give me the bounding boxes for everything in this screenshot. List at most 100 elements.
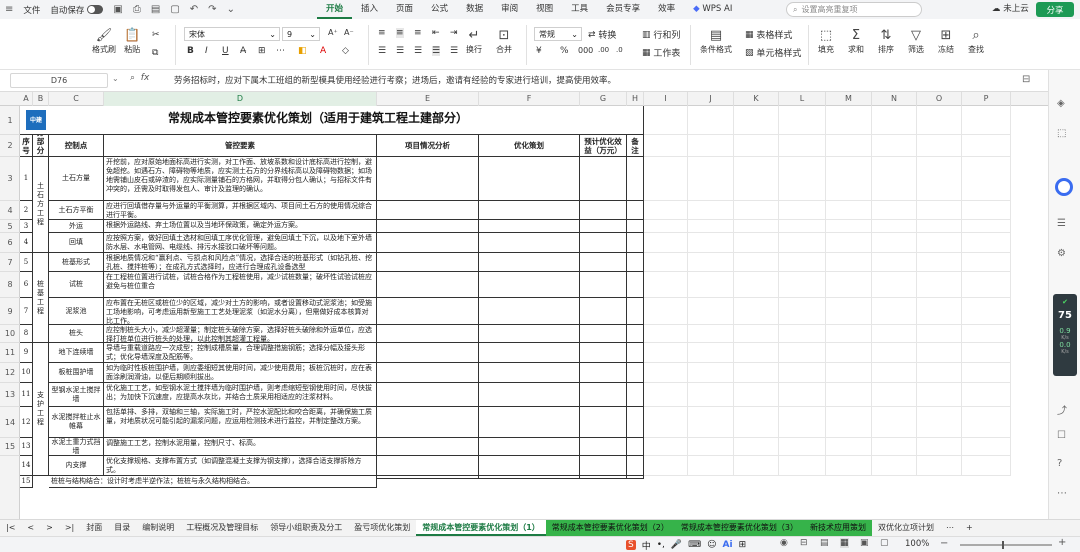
expand-formula-icon[interactable]: ⊟	[1022, 74, 1030, 85]
seq-cell[interactable]: 12	[20, 407, 33, 438]
empty-cell[interactable]	[734, 201, 779, 220]
empty-cell[interactable]	[688, 343, 734, 363]
empty-cell[interactable]	[917, 456, 962, 476]
tab-insert[interactable]: 插入	[352, 0, 387, 19]
bold-icon[interactable]: B	[187, 46, 194, 56]
empty-cell[interactable]	[688, 106, 734, 135]
row-header-6[interactable]: 6	[0, 233, 20, 253]
empty-cell[interactable]	[688, 233, 734, 253]
assistant-icon[interactable]	[1055, 178, 1073, 196]
seq-cell[interactable]: 9	[20, 343, 33, 363]
empty-cell[interactable]	[872, 135, 917, 157]
empty-cell[interactable]	[962, 106, 1011, 135]
element-cell[interactable]: 如为临时性板桩围护墙，则应委细短其使用时间，减少使用费用；板桩沉桩时，应在表面涂…	[104, 363, 377, 383]
align-middle-icon[interactable]: ≡	[396, 28, 404, 38]
benefit-cell[interactable]	[580, 456, 627, 476]
empty-cell[interactable]	[872, 325, 917, 343]
last-sheet-icon[interactable]: >|	[59, 520, 80, 536]
freeze-button[interactable]: ⊞ 冻结	[938, 27, 954, 55]
element-cell[interactable]: 包括单排、多排，双轴和三轴，实际施工时，严控水泥配比和咬合距离，并确保施工质量，…	[104, 407, 377, 438]
settings-icon[interactable]: ⚙	[1057, 248, 1066, 259]
empty-cell[interactable]	[734, 325, 779, 343]
copy-icon[interactable]: ⧉	[152, 48, 158, 58]
empty-cell[interactable]	[734, 456, 779, 476]
row-header-5[interactable]: 5	[0, 220, 20, 233]
analysis-cell[interactable]	[377, 476, 479, 479]
sheet-tab[interactable]: 常规成本管控要素优化策划（2）	[545, 520, 675, 536]
empty-cell[interactable]	[962, 343, 1011, 363]
tab-home[interactable]: 开始	[317, 0, 353, 19]
empty-cell[interactable]	[826, 438, 872, 456]
zoom-in-icon[interactable]: +	[1058, 537, 1066, 548]
strategy-cell[interactable]	[479, 438, 580, 456]
element-cell[interactable]: 应控制桩头大小，减少超灌量；制定桩头破除方案，选择好桩头破除和外运单位，应选择打…	[104, 325, 377, 343]
empty-cell[interactable]	[826, 220, 872, 233]
empty-cell[interactable]	[688, 135, 734, 157]
tab-data[interactable]: 数据	[457, 0, 492, 19]
empty-cell[interactable]	[779, 325, 826, 343]
format-painter-button[interactable]: 🖌 格式刷	[92, 27, 116, 55]
zoom-handle[interactable]	[1002, 541, 1004, 549]
empty-cell[interactable]	[826, 298, 872, 325]
strategy-cell[interactable]	[479, 383, 580, 407]
column-header-g[interactable]: G	[580, 92, 627, 106]
row-header-11[interactable]: 11	[0, 343, 20, 363]
element-cell[interactable]: 在工程桩位置进行试桩，试桩合格作为工程桩使用，减少试桩数量；破坏性试验试桩应避免…	[104, 272, 377, 298]
sum-button[interactable]: Σ 求和	[848, 27, 864, 55]
empty-cell[interactable]	[779, 298, 826, 325]
cloud-status[interactable]: ☁ 未上云	[992, 0, 1029, 19]
tab-tools[interactable]: 工具	[562, 0, 597, 19]
remark-cell[interactable]	[627, 201, 644, 220]
control-point-cell[interactable]: 土石方平衡	[49, 201, 104, 220]
empty-cell[interactable]	[872, 407, 917, 438]
seq-cell[interactable]: 14	[20, 456, 33, 476]
name-box[interactable]: D76	[10, 73, 108, 88]
row-header-1[interactable]: 1	[0, 106, 20, 135]
empty-cell[interactable]	[872, 363, 917, 383]
element-cell[interactable]: 优化支撑规格、支撑布置方式（如调整混凝土支撑为钢支撑），选择合适支撑拆除方式。	[104, 456, 377, 476]
remark-cell[interactable]	[627, 220, 644, 233]
column-header-k[interactable]: K	[734, 92, 779, 106]
sheet-tab[interactable]: 双优化立项计划	[872, 520, 940, 536]
element-cell[interactable]: 优化施工工艺，如型钢水泥土搅拌墙为临时围护墙，则考虑缩短型钢使用时间，尽快拔出；…	[104, 383, 377, 407]
analysis-cell[interactable]	[377, 233, 479, 253]
column-header-j[interactable]: J	[688, 92, 734, 106]
strategy-cell[interactable]	[479, 253, 580, 272]
increase-decimal-icon[interactable]: .00	[598, 46, 609, 54]
strategy-cell[interactable]	[479, 157, 580, 201]
sheet-tab[interactable]: 新技术应用策划	[803, 520, 872, 536]
benefit-cell[interactable]	[580, 157, 627, 201]
empty-cell[interactable]	[644, 407, 688, 438]
strategy-cell[interactable]	[479, 272, 580, 298]
cut-icon[interactable]: ✂	[152, 30, 160, 40]
zoom-out-icon[interactable]: −	[940, 538, 948, 549]
font-size-select[interactable]: 9 ⌄	[282, 27, 320, 41]
row-header-10[interactable]: 10	[0, 325, 20, 343]
empty-cell[interactable]	[962, 363, 1011, 383]
empty-cell[interactable]	[826, 343, 872, 363]
analysis-cell[interactable]	[377, 456, 479, 476]
select-icon[interactable]: ⬚	[1057, 128, 1066, 139]
remark-cell[interactable]	[627, 325, 644, 343]
menu-icon[interactable]: ≡	[0, 0, 18, 19]
empty-cell[interactable]	[688, 407, 734, 438]
control-point-cell[interactable]: 泥浆池	[49, 298, 104, 325]
control-point-cell[interactable]: 桩基形式	[49, 253, 104, 272]
empty-cell[interactable]	[917, 253, 962, 272]
empty-cell[interactable]	[779, 407, 826, 438]
empty-cell[interactable]	[734, 253, 779, 272]
paste-button[interactable]: 📋 粘贴	[124, 27, 140, 55]
row-header-14[interactable]: 14	[0, 407, 20, 438]
header-category[interactable]: 分部分项	[33, 135, 49, 157]
fx-button[interactable]: ⌕ fx	[130, 73, 149, 83]
seq-cell[interactable]: 15	[20, 476, 33, 488]
empty-cell[interactable]	[734, 233, 779, 253]
tab-member[interactable]: 会员专享	[597, 0, 649, 19]
empty-cell[interactable]	[872, 253, 917, 272]
remark-cell[interactable]	[627, 456, 644, 476]
empty-cell[interactable]	[734, 220, 779, 233]
header-elements[interactable]: 管控要素	[104, 135, 377, 157]
empty-cell[interactable]	[917, 383, 962, 407]
empty-cell[interactable]	[644, 298, 688, 325]
empty-cell[interactable]	[962, 220, 1011, 233]
